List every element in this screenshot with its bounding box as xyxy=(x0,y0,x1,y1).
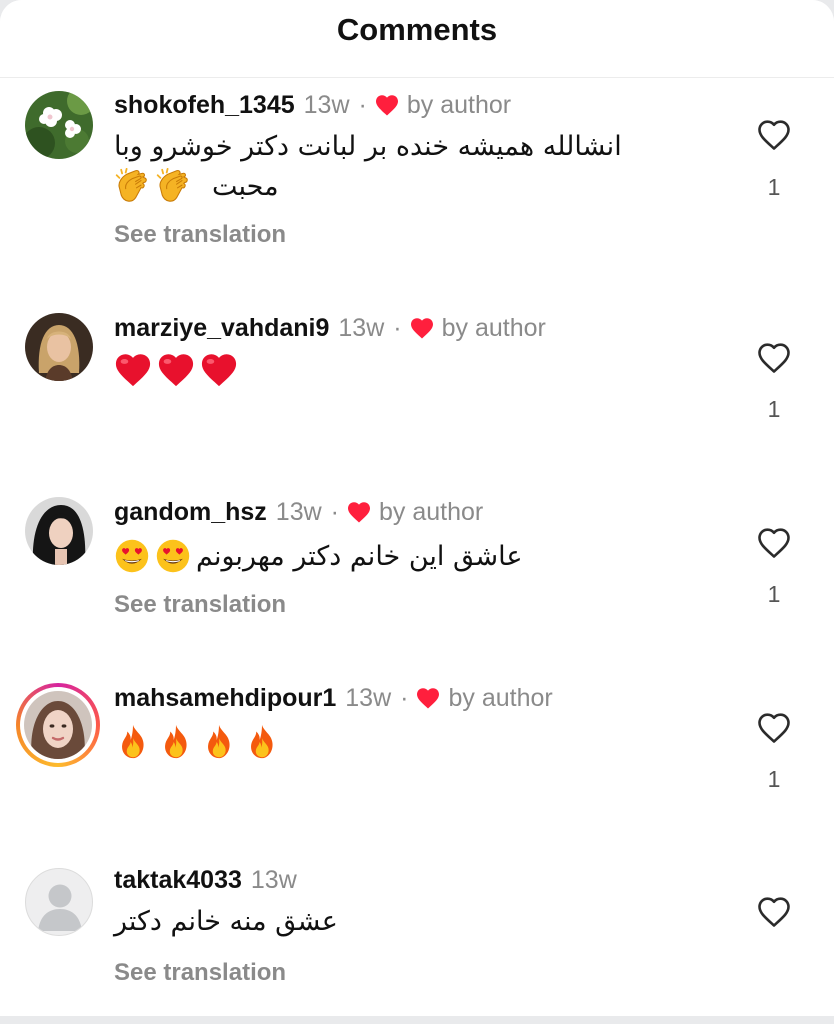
author-heart-icon xyxy=(375,94,399,116)
clapping-hands-icon xyxy=(114,168,150,204)
comment-emojis xyxy=(114,351,238,389)
comment-meta: marziye_vahdani9 13w · by author xyxy=(114,311,546,345)
author-heart-icon xyxy=(410,317,434,339)
username[interactable]: mahsamehdipour1 xyxy=(114,684,336,713)
comments-header: Comments xyxy=(0,0,834,78)
by-author-label: by author xyxy=(441,313,546,342)
red-heart-icon xyxy=(114,351,152,389)
bottom-edge xyxy=(0,1016,834,1024)
by-author-label: by author xyxy=(406,90,512,119)
like-count[interactable]: 1 xyxy=(757,396,791,423)
by-author-label: by author xyxy=(379,497,484,526)
timestamp: 13w xyxy=(303,90,350,119)
avatar[interactable] xyxy=(25,91,93,159)
username[interactable]: taktak4033 xyxy=(114,866,242,895)
by-author-label: by author xyxy=(448,683,553,712)
heart-eyes-icon xyxy=(114,538,150,574)
avatar[interactable] xyxy=(25,868,93,936)
comment-text: عشق منه خانم دکتر xyxy=(114,906,338,937)
see-translation-link[interactable]: See translation xyxy=(114,959,286,987)
page-title: Comments xyxy=(336,12,498,47)
red-heart-icon xyxy=(157,351,195,389)
comment-meta: shokofeh_1345 13w · by author xyxy=(114,88,511,122)
like-heart-icon[interactable] xyxy=(757,896,791,928)
clapping-hands-icon xyxy=(155,168,191,204)
timestamp: 13w xyxy=(338,313,385,342)
timestamp: 13w xyxy=(250,865,297,894)
author-heart-icon xyxy=(416,687,440,709)
fire-icon xyxy=(200,723,238,761)
comment-text: محبت xyxy=(212,170,279,202)
see-translation-link[interactable]: See translation xyxy=(114,221,286,249)
author-heart-icon xyxy=(347,501,371,523)
comment-text: عاشق این خانم دکتر مهربونم xyxy=(196,540,523,572)
like-heart-icon[interactable] xyxy=(757,712,791,744)
timestamp: 13w xyxy=(345,683,392,712)
fire-icon xyxy=(157,723,195,761)
like-count[interactable]: 1 xyxy=(757,766,791,793)
like-count[interactable]: 1 xyxy=(757,581,791,608)
like-heart-icon[interactable] xyxy=(757,527,791,559)
avatar[interactable] xyxy=(25,313,93,381)
timestamp: 13w xyxy=(275,497,322,526)
avatar[interactable] xyxy=(24,691,92,759)
comment-meta: mahsamehdipour1 13w · by author xyxy=(114,681,553,715)
comment-meta: taktak4033 13w xyxy=(114,863,297,897)
separator-dot: · xyxy=(358,90,367,119)
red-heart-icon xyxy=(200,351,238,389)
comments-sheet: Comments shokofeh_1345 13w · by author ا… xyxy=(0,0,834,1024)
username[interactable]: shokofeh_1345 xyxy=(114,91,295,120)
comment-emojis xyxy=(114,723,281,761)
fire-icon xyxy=(243,723,281,761)
heart-eyes-icon xyxy=(155,538,191,574)
separator-dot: · xyxy=(330,497,339,526)
like-count[interactable]: 1 xyxy=(757,174,791,201)
like-heart-icon[interactable] xyxy=(757,342,791,374)
fire-icon xyxy=(114,723,152,761)
see-translation-link[interactable]: See translation xyxy=(114,591,286,619)
username[interactable]: marziye_vahdani9 xyxy=(114,314,329,343)
avatar[interactable] xyxy=(25,497,93,565)
comment-text-line2: محبت xyxy=(114,168,279,204)
separator-dot: · xyxy=(400,683,409,712)
separator-dot: · xyxy=(393,313,402,342)
comment-text-row: عاشق این خانم دکتر مهربونم xyxy=(114,538,522,574)
username[interactable]: gandom_hsz xyxy=(114,498,267,527)
like-heart-icon[interactable] xyxy=(757,119,791,151)
comment-text: انشالله همیشه خنده بر لبانت دکتر خوشرو و… xyxy=(114,131,622,162)
comment-meta: gandom_hsz 13w · by author xyxy=(114,495,483,529)
